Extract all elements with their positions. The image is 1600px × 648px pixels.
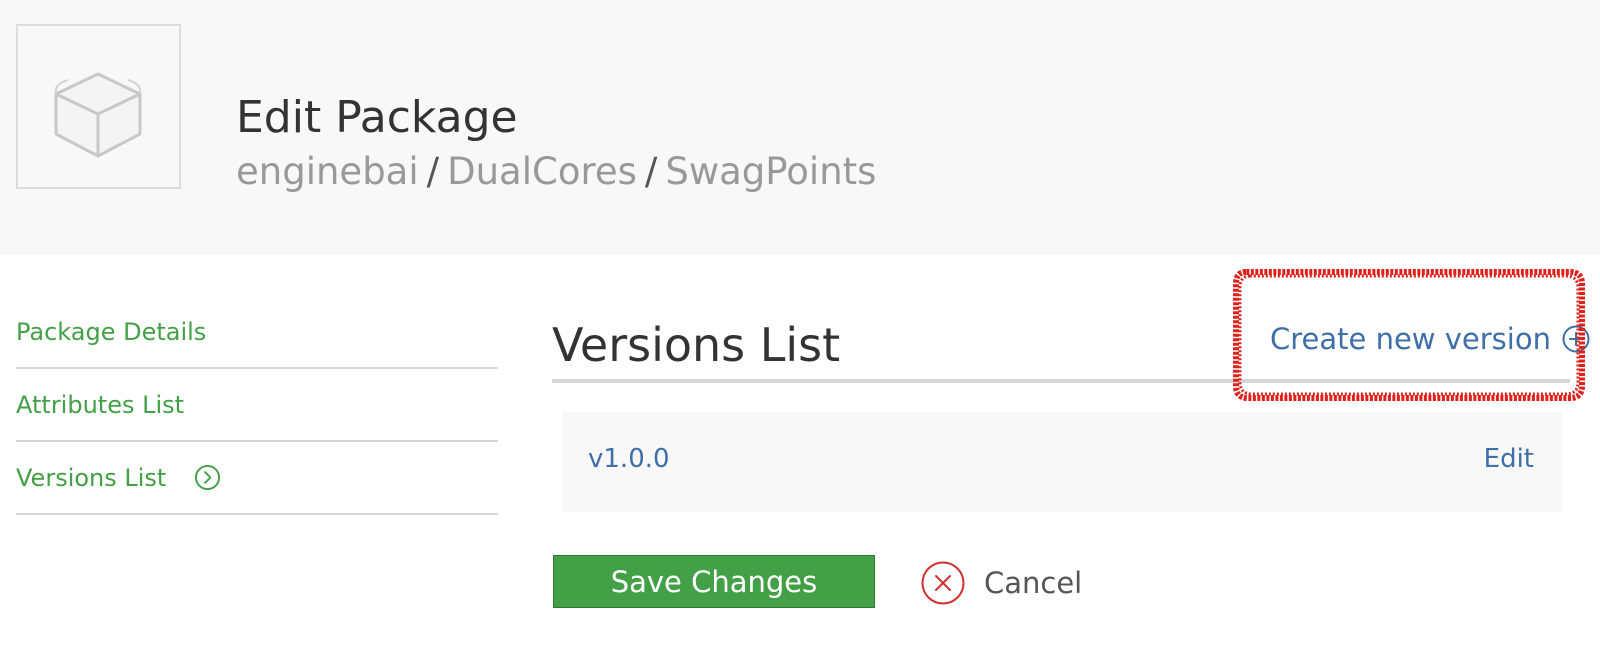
package-box-icon [54,72,142,158]
section-title: Versions List [552,318,841,372]
breadcrumb-package[interactable]: SwagPoints [665,150,876,193]
breadcrumb-owner[interactable]: enginebai [236,150,419,193]
sidebar-item-versions-list[interactable]: Versions List [16,442,498,515]
sidebar-item-attributes-list[interactable]: Attributes List [16,369,498,442]
edit-version-link[interactable]: Edit [1484,444,1534,474]
sidebar-item-label: Attributes List [16,390,185,419]
breadcrumb-repo[interactable]: DualCores [447,150,637,193]
chevron-right-circle-icon [195,464,221,491]
sidebar-nav: Package Details Attributes List Versions… [16,296,498,515]
page-title: Edit Package [236,92,518,143]
list-item: v1.0.0 Edit [562,412,1562,512]
save-changes-button[interactable]: Save Changes [553,555,875,608]
version-name-link[interactable]: v1.0.0 [588,444,670,474]
breadcrumb: enginebai / DualCores / SwagPoints [236,150,876,193]
package-image [16,24,181,189]
create-new-version-link[interactable]: Create new version [1270,322,1591,356]
breadcrumb-separator: / [644,150,658,193]
cancel-label: Cancel [984,566,1083,600]
plus-circle-icon [1562,325,1590,353]
page-header: Edit Package enginebai / DualCores / SwagPoi… [0,0,1600,255]
cancel-button[interactable]: Cancel [920,560,1082,606]
x-circle-icon [921,561,965,605]
sidebar-item-package-details[interactable]: Package Details [16,296,498,369]
sidebar-item-label: Versions List [16,463,167,492]
create-new-version-label: Create new version [1270,322,1551,356]
sidebar-item-label: Package Details [16,317,207,346]
breadcrumb-separator: / [426,150,440,193]
section-divider [552,379,1570,383]
